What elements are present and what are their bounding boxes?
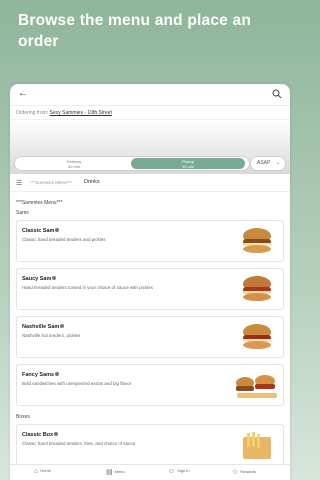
- info-icon: [52, 276, 57, 280]
- headline: Browse the menu and place an order: [18, 12, 251, 50]
- bottom-nav: ⌂ Home ▤ Menu ☺ Sign In ☆ Rewards: [10, 464, 290, 480]
- menu-item-desc: Classic hand breaded tenders, fries, and…: [22, 441, 136, 446]
- menu-item-name: Classic Box: [22, 432, 59, 438]
- home-icon: ⌂: [34, 468, 39, 475]
- menu-item-card[interactable]: Classic Box Classic hand breaded tenders…: [16, 424, 284, 466]
- delivery-time: 40 min: [67, 164, 80, 169]
- nav-menu[interactable]: ▤ Menu: [106, 468, 125, 476]
- section-heading-sams: Sams: [16, 210, 29, 216]
- list-icon[interactable]: ☰: [16, 179, 22, 187]
- nav-menu-label: Menu: [114, 469, 125, 474]
- delivery-option[interactable]: Delivery 40 min: [17, 158, 131, 169]
- app-screen: ← Ordering from: Sexy Sammies - 10th Str…: [10, 84, 290, 480]
- menu-book-icon: ▤: [106, 469, 113, 476]
- star-icon: ☆: [232, 469, 239, 476]
- ordering-prefix: Ordering from:: [16, 110, 49, 116]
- menu-item-name: Saucy Sam: [22, 276, 57, 282]
- nav-rewards-label: Rewards: [240, 469, 257, 474]
- menu-tabs: ☰ ***Sammies Menu*** Drinks: [10, 174, 290, 192]
- chevron-down-icon: ⌄: [275, 160, 280, 166]
- search-icon[interactable]: [272, 89, 282, 99]
- user-icon: ☺: [168, 468, 176, 475]
- hero-banner: Delivery 40 min Pickup 10 min ASAP ⌄: [10, 120, 290, 174]
- nav-home-label: Home: [40, 468, 51, 473]
- nav-signin-label: Sign In: [177, 468, 190, 473]
- nav-rewards[interactable]: ☆ Rewards: [232, 468, 256, 476]
- fulfillment-toggle[interactable]: Delivery 40 min Pickup 10 min: [14, 156, 250, 171]
- arrow-left-icon[interactable]: ←: [18, 88, 28, 99]
- info-icon: [55, 372, 60, 376]
- sandwich-photo: [243, 324, 271, 349]
- menu-item-desc: Bold sandwiches with unexpected extras a…: [22, 381, 132, 386]
- sandwiches-photo: [236, 375, 277, 398]
- tab-drinks[interactable]: Drinks: [84, 179, 100, 185]
- sandwich-photo: [243, 276, 271, 301]
- nav-sign-in[interactable]: ☺ Sign In: [168, 468, 190, 475]
- ordering-from: Ordering from: Sexy Sammies - 10th Stree…: [10, 106, 290, 120]
- pickup-time: 10 min: [181, 164, 194, 169]
- info-icon: [54, 432, 59, 436]
- pickup-option[interactable]: Pickup 10 min: [131, 158, 245, 169]
- time-select[interactable]: ASAP ⌄: [250, 156, 286, 171]
- top-bar: ←: [10, 84, 290, 106]
- sandwich-photo: [243, 228, 271, 253]
- menu-item-desc: Nashville hot tenders, pickles: [22, 333, 81, 338]
- menu-item-card[interactable]: Nashville Sam Nashville hot tenders, pic…: [16, 316, 284, 358]
- info-icon: [55, 228, 60, 232]
- menu-item-card[interactable]: Fancy Sams Bold sandwiches with unexpect…: [16, 364, 284, 406]
- box-meal-photo: [243, 432, 271, 459]
- tab-sammies-menu[interactable]: ***Sammies Menu***: [30, 180, 72, 185]
- menu-item-desc: Hand breaded tenders tossed in your choi…: [22, 285, 153, 290]
- time-select-value: ASAP: [257, 160, 271, 166]
- menu-item-name: Nashville Sam: [22, 324, 65, 330]
- menu-item-name: Fancy Sams: [22, 372, 60, 378]
- section-heading-boxes: Boxes: [16, 414, 30, 420]
- menu-item-name: Classic Sam: [22, 228, 60, 234]
- info-icon: [60, 324, 65, 328]
- menu-item-desc: Classic hand breaded tenders and pickles: [22, 237, 106, 242]
- menu-item-card[interactable]: Saucy Sam Hand breaded tenders tossed in…: [16, 268, 284, 310]
- nav-home[interactable]: ⌂ Home: [34, 468, 51, 475]
- store-link[interactable]: Sexy Sammies - 10th Street: [50, 110, 112, 116]
- menu-item-card[interactable]: Classic Sam Classic hand breaded tenders…: [16, 220, 284, 262]
- menu-title: ***Sammies Menu***: [16, 200, 63, 206]
